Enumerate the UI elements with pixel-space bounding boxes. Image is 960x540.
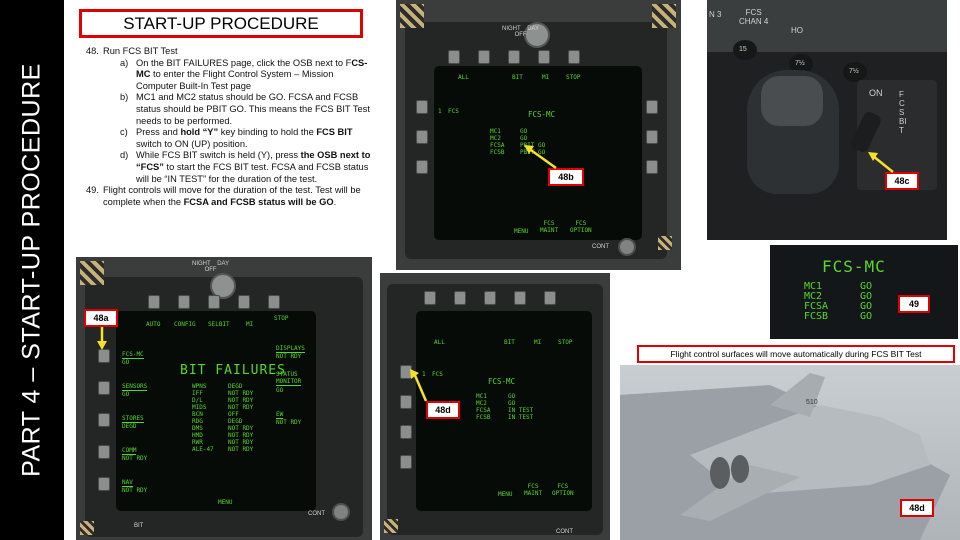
callout-48d-jet: 48d	[900, 499, 934, 517]
callout-49: 49	[898, 295, 930, 313]
sidebar-title: PART 4 – START-UP PROCEDURE	[17, 63, 46, 477]
tail-code: 510	[806, 399, 818, 406]
zoom-status-name: FCSB	[804, 311, 829, 322]
substep-letter: b)	[120, 92, 129, 103]
fcs-bit-switch-photo: N 3 FCS CHAN 4 HO 15 7½ 7½ ON FCS BIT 48…	[707, 0, 947, 240]
zoom-status-value: GO	[860, 311, 873, 322]
arrow-icon	[524, 145, 557, 170]
arrow-icon	[868, 152, 894, 173]
step-number: 48.	[86, 46, 99, 56]
fcs-mc-zoom-title: FCS-MC	[822, 257, 886, 276]
step-text: Run FCS BIT Test	[103, 46, 178, 56]
sidebar: PART 4 – START-UP PROCEDURE	[0, 0, 64, 540]
substep-text: While FCS BIT switch is held (Y), press …	[136, 150, 371, 184]
substep-text: Press and hold “Y” key binding to hold t…	[136, 127, 353, 149]
substep-text: MC1 and MC2 status should be GO. FCSA an…	[136, 92, 370, 126]
arrow-icon	[97, 327, 107, 350]
substep-letter: c)	[120, 127, 128, 138]
figure-caption: Flight control surfaces will move automa…	[637, 345, 955, 363]
step-49: 49. Flight controls will move for the du…	[86, 185, 376, 208]
step-48: 48. Run FCS BIT Test	[86, 46, 376, 58]
ddi-48d-photo: ALL BIT MI STOP 1 FCS FCS-MC MC1 GO MC2 …	[380, 273, 610, 540]
step-text: Flight controls will move for the durati…	[103, 185, 361, 207]
jet-exhaust	[731, 455, 749, 483]
ddi-48b-photo: NIGHT DAY OFF ALL BIT MI STOP 1 FCS FCS-…	[396, 0, 681, 270]
fcs-mc-zoom-panel: FCS-MC MC1 GO MC2 GO FCSA GO FCSB GO 49	[770, 245, 958, 339]
arrow-icon	[410, 369, 428, 402]
substep-letter: d)	[120, 150, 129, 161]
substep: b) MC1 and MC2 status should be GO. FCSA…	[86, 92, 376, 127]
substep: a) On the BIT FAILURES page, click the O…	[86, 58, 376, 93]
jet-photo: 510 48d	[620, 365, 960, 540]
substep-letter: a)	[120, 57, 129, 68]
ddi-48a-photo: NIGHT DAY OFF AUTO CONFIG SELBIT MI STOP…	[76, 257, 372, 540]
substep-text: On the BIT FAILURES page, click the OSB …	[136, 57, 368, 91]
substep: d) While FCS BIT switch is held (Y), pre…	[86, 150, 376, 185]
procedure-steps: 48. Run FCS BIT Test a) On the BIT FAILU…	[86, 46, 376, 208]
substep: c) Press and hold “Y” key binding to hol…	[86, 127, 376, 150]
step-number: 49.	[86, 185, 99, 196]
jet-exhaust	[710, 457, 730, 489]
page-title: START-UP PROCEDURE	[79, 9, 363, 38]
